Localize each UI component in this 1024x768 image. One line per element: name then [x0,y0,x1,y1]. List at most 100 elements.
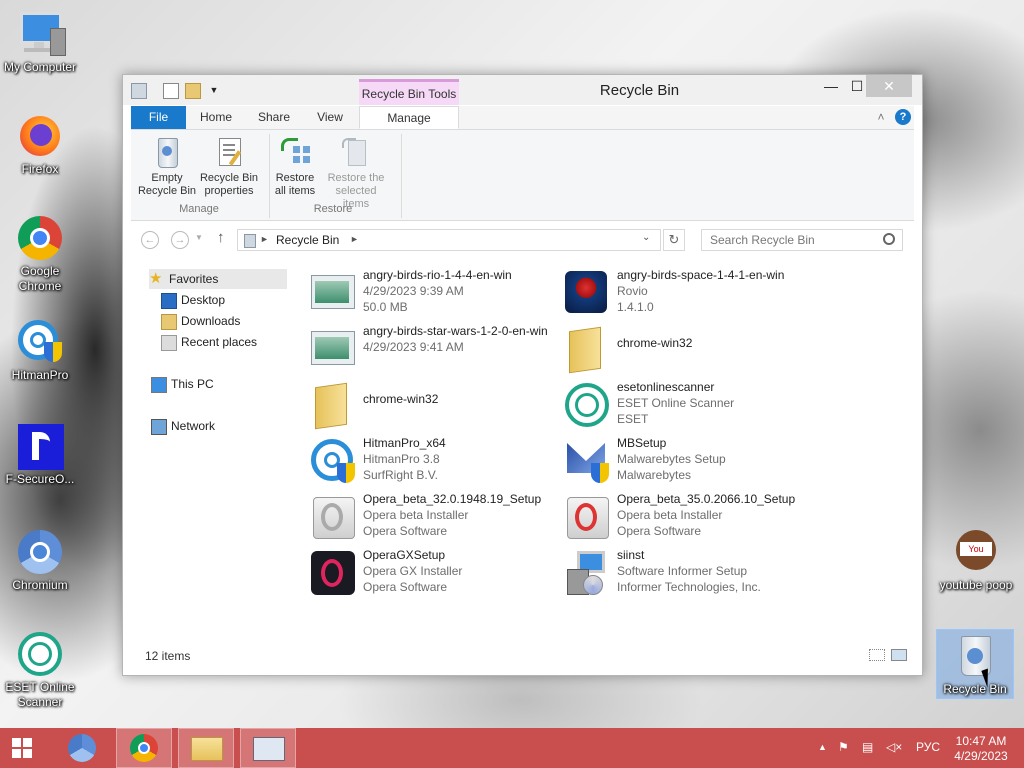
ribbon: Empty Recycle Bin Recycle Bin properties… [131,130,914,221]
desktop-icon-label: ESET Online Scanner [5,680,75,709]
desktop-icon-label: HitmanPro [11,368,69,382]
large-icons-view-icon[interactable] [891,649,907,661]
desktop-icon-hitmanpro[interactable]: HitmanPro [0,318,80,383]
close-button[interactable]: ✕ [866,75,912,97]
window-title: Recycle Bin [599,82,680,99]
breadcrumb-chevron-icon[interactable]: ► [350,234,359,244]
list-item[interactable]: Opera_beta_32.0.1948.19_Setup Opera beta … [305,489,555,543]
tab-home[interactable]: Home [191,106,241,129]
star-icon: ★ [149,270,163,287]
chromium-icon [16,528,64,576]
taskbar-file-explorer[interactable] [178,728,234,768]
eset-icon [563,381,611,429]
eset-icon [16,630,64,678]
address-dropdown-icon[interactable]: ⌄ [642,232,650,243]
help-icon[interactable]: ? [895,109,911,125]
list-item[interactable]: siinst Software Informer Setup Informer Te… [559,545,809,599]
volume-muted-icon[interactable]: ◁× [886,740,902,754]
restore-all-items-button[interactable]: Restore all items [271,136,319,198]
list-item[interactable]: angry-birds-space-1-4-1-en-win Rovio 1.4.1… [559,265,809,319]
taskbar-on-screen-keyboard[interactable] [240,728,296,768]
tab-share[interactable]: Share [249,106,299,129]
list-item[interactable]: OperaGXSetup Opera GX Installer Opera Soft… [305,545,555,599]
firefox-icon [16,112,64,160]
collapse-ribbon-icon[interactable]: ˄ [873,106,889,129]
list-item[interactable]: chrome-win32 [305,377,555,431]
clock[interactable]: 10:47 AM 4/29/2023 [950,734,1012,764]
title-bar[interactable]: ▼ Recycle Bin Tools Recycle Bin — ☐ ✕ [123,75,922,105]
status-bar-item-count: 12 items [145,649,191,663]
clock-time: 10:47 AM [955,734,1007,748]
list-item[interactable]: chrome-win32 [559,321,809,375]
opera-gx-icon [309,549,357,597]
downloads-icon [161,314,177,330]
details-view-icon[interactable] [869,649,885,661]
empty-recycle-bin-button[interactable]: Empty Recycle Bin [135,136,199,198]
forward-button[interactable]: → [171,231,189,249]
empty-recycle-bin-label: Empty Recycle Bin [137,172,197,197]
malwarebytes-icon [563,437,611,485]
list-item[interactable]: esetonlinescanner ESET Online Scanner ESET [559,377,809,431]
desktop-icon-label: Chromium [12,578,68,592]
desktop-icon-google-chrome[interactable]: Google Chrome [0,214,80,294]
youtube-poop-icon: You [952,528,1000,576]
explorer-window[interactable]: ▼ Recycle Bin Tools Recycle Bin — ☐ ✕ Fi… [122,74,923,676]
refresh-button[interactable]: ↻ [663,229,685,251]
network-tray-icon[interactable]: ▤ [862,740,873,754]
desktop-icon-my-computer[interactable]: My Computer [0,10,80,75]
desktop-icon-eset[interactable]: ESET Online Scanner [0,630,80,710]
hitmanpro-icon [16,318,64,366]
desktop-icon-youtube-poop[interactable]: You youtube poop [936,528,1016,593]
list-item[interactable]: HitmanPro_x64 HitmanPro 3.8 SurfRight B.V. [305,433,555,487]
installer-icon [309,269,357,317]
windows-logo-icon [12,738,21,747]
navigation-pane: ★ Favorites Desktop Downloads Recent pla… [131,265,291,645]
desktop-icon-recycle-bin[interactable]: Recycle Bin [936,629,1014,699]
file-explorer-icon [191,737,223,761]
recycle-bin-properties-button[interactable]: Recycle Bin properties [197,136,261,198]
recycle-bin-properties-label: Recycle Bin properties [199,172,259,197]
desktop-icon-f-secure[interactable]: F-SecureO... [0,422,80,487]
restore-selected-items-button[interactable]: Restore the selected items [321,136,391,211]
search-input[interactable]: Search Recycle Bin [701,229,903,251]
restore-all-items-label: Restore all items [274,172,316,197]
taskbar-chrome[interactable] [116,728,172,768]
desktop-icon-chromium[interactable]: Chromium [0,528,80,593]
breadcrumb-recycle-bin[interactable]: Recycle Bin [276,233,339,247]
nav-favorites[interactable]: ★ Favorites [149,269,287,289]
address-bar[interactable]: ► Recycle Bin ► ⌄ [237,229,661,251]
show-hidden-icons-icon[interactable]: ▲ [818,742,827,752]
recycle-bin-address-icon [244,234,256,248]
recycle-bin-icon [151,136,183,168]
list-item[interactable]: angry-birds-star-wars-1-2-0-en-win 4/29/2… [305,321,555,375]
chrome-icon [16,214,64,262]
list-item[interactable]: MBSetup Malwarebytes Setup Malwarebytes [559,433,809,487]
tab-view[interactable]: View [305,106,355,129]
restore-all-icon [279,136,311,168]
tab-manage[interactable]: Manage [359,106,459,129]
input-language[interactable]: РУС [916,740,940,754]
f-secure-icon [16,422,64,470]
desktop-icon [161,293,177,309]
action-center-flag-icon[interactable]: ⚑ [838,740,849,754]
taskbar-chromium[interactable] [54,728,110,768]
list-item[interactable]: angry-birds-rio-1-4-4-en-win 4/29/2023 9:… [305,265,555,319]
file-list: angry-birds-rio-1-4-4-en-win 4/29/2023 9:… [303,265,913,645]
this-pc-icon [151,377,167,393]
desktop-icon-firefox[interactable]: Firefox [0,112,80,177]
desktop-icon-label: My Computer [3,60,77,74]
chrome-icon-center [138,742,150,754]
keyboard-icon [253,737,285,761]
group-manage-label: Manage [179,203,219,215]
recent-locations-icon[interactable]: ▼ [195,233,203,242]
folder-icon [563,325,611,374]
tab-file[interactable]: File [131,106,186,129]
back-button[interactable]: ← [141,231,159,249]
folder-icon [309,381,357,430]
list-item[interactable]: Opera_beta_35.0.2066.10_Setup Opera beta … [559,489,809,543]
up-button[interactable]: ↑ [217,229,225,246]
software-informer-icon [563,549,611,597]
start-button[interactable] [0,728,50,768]
group-restore-label: Restore [313,203,353,215]
chromium-icon [68,734,96,762]
